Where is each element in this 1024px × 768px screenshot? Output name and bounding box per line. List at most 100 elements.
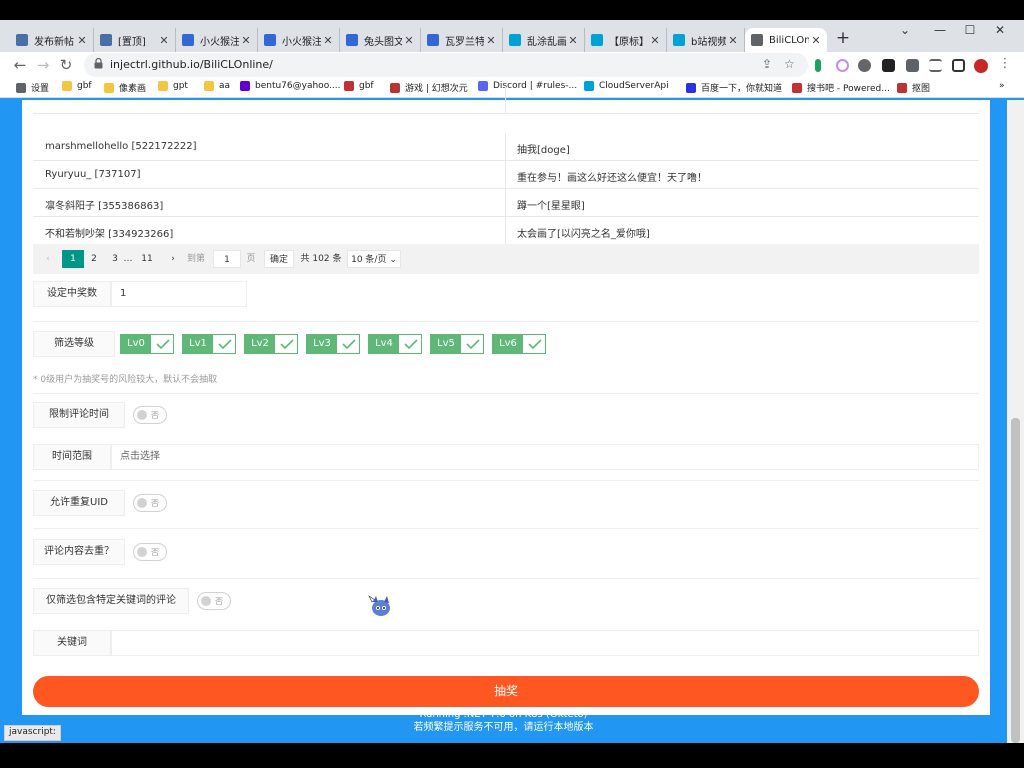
- level-checkbox[interactable]: Lv6: [492, 334, 546, 354]
- page-button[interactable]: 3: [109, 250, 121, 268]
- level-checkbox[interactable]: Lv0: [120, 334, 174, 354]
- dedup-comment-switch[interactable]: 否: [133, 543, 167, 561]
- browser-tab[interactable]: 兔头图文 ✕: [340, 28, 421, 52]
- close-tab-icon[interactable]: ✕: [809, 34, 823, 47]
- divider: [33, 393, 979, 394]
- goto-confirm-button[interactable]: 确定: [264, 250, 294, 268]
- browser-tab[interactable]: 乱涂乱画 ✕: [503, 28, 585, 52]
- close-tab-icon[interactable]: ✕: [239, 34, 253, 47]
- level-checkbox[interactable]: Lv5: [430, 334, 484, 354]
- level-filter-label: 筛选等级: [33, 331, 115, 357]
- extension-icon[interactable]: [882, 59, 895, 72]
- level-checkbox[interactable]: Lv2: [244, 334, 298, 354]
- level-note: * 0级用户为抽奖号的风险较大，默认不会抽取: [33, 375, 218, 385]
- goto-page-input[interactable]: 1: [213, 250, 241, 268]
- level-tag: Lv4: [369, 335, 399, 353]
- browser-tab[interactable]: 小火猴注 ✕: [176, 28, 258, 52]
- favicon-icon: [427, 34, 439, 46]
- check-icon: [342, 339, 356, 350]
- browser-tab[interactable]: 发布新帖 ✕: [10, 28, 94, 52]
- check-icon: [528, 339, 542, 350]
- close-tab-icon[interactable]: ✕: [75, 34, 89, 47]
- side-panel-icon[interactable]: [952, 59, 965, 72]
- allow-duplicate-uid-switch[interactable]: 否: [133, 494, 167, 512]
- menu-icon[interactable]: ⋮: [995, 56, 1015, 71]
- extension-icon[interactable]: [836, 59, 849, 72]
- share-icon[interactable]: ⇪: [762, 57, 772, 71]
- table-row: 不和若制吵架 [334923266] 太会画了[以闪亮之名_爱你哦]: [33, 217, 979, 245]
- time-range-input[interactable]: 点击选择: [111, 444, 979, 470]
- tab-title: 乱涂乱画: [527, 36, 566, 48]
- close-tab-icon[interactable]: ✕: [321, 34, 335, 47]
- tab-search-icon[interactable]: ⌄: [890, 23, 920, 37]
- limit-time-switch[interactable]: 否: [133, 406, 167, 424]
- browser-tab[interactable]: 【原标】 ✕: [585, 28, 667, 52]
- level-checkbox[interactable]: Lv4: [368, 334, 422, 354]
- page-button[interactable]: 11: [139, 250, 155, 268]
- close-tab-icon[interactable]: ✕: [484, 34, 498, 47]
- winners-input[interactable]: 1: [111, 281, 247, 307]
- user-cell: 凛冬斜阳子 [355386863]: [45, 201, 164, 212]
- browser-tab[interactable]: 小火猴注 ✕: [258, 28, 340, 52]
- local-version-link[interactable]: 本地版本: [554, 722, 594, 733]
- page-button[interactable]: 2: [87, 250, 101, 268]
- maximize-button[interactable]: ☐: [955, 23, 985, 37]
- back-icon[interactable]: ←: [10, 56, 30, 74]
- tab-title: 发布新帖: [34, 36, 74, 48]
- extension-icon[interactable]: [858, 59, 871, 72]
- check-icon: [280, 339, 294, 350]
- close-window-button[interactable]: ✕: [985, 23, 1015, 37]
- tab-title: [置顶]: [118, 36, 146, 48]
- minimize-button[interactable]: —: [925, 23, 955, 37]
- screen-border: [0, 743, 1024, 768]
- dedup-comment-label: 评论内容去重？: [33, 539, 125, 565]
- browser-tab[interactable]: 瓦罗兰特 ✕: [421, 28, 503, 52]
- reading-list-icon[interactable]: [929, 59, 942, 72]
- goto-label: 到第: [186, 254, 205, 264]
- favicon-icon: [591, 34, 603, 46]
- extensions-puzzle-icon[interactable]: [906, 59, 919, 72]
- tab-title: BiliCLOn: [769, 34, 809, 46]
- forward-icon[interactable]: →: [33, 56, 53, 74]
- bookmarks-overflow-icon[interactable]: »: [999, 81, 1005, 91]
- next-page-button[interactable]: ›: [166, 250, 180, 268]
- favicon-icon: [346, 34, 358, 46]
- profile-avatar[interactable]: [974, 59, 988, 73]
- close-tab-icon[interactable]: ✕: [648, 34, 662, 47]
- browser-tab[interactable]: b站视频 ✕: [667, 28, 745, 52]
- level-tag: Lv5: [431, 335, 461, 353]
- address-bar[interactable]: injectrl.github.io/BiliCLOnline/ ⇪ ☆: [84, 53, 808, 77]
- page-size-select[interactable]: 10 条/页 ⌄: [347, 250, 401, 268]
- comment-cell: 蹲一个[星星眼]: [517, 201, 585, 212]
- close-tab-icon[interactable]: ✕: [566, 34, 580, 47]
- check-icon: [404, 339, 418, 350]
- close-tab-icon[interactable]: ✕: [402, 34, 416, 47]
- footer-hint: 若频繁提示服务不可用，请运行: [413, 722, 554, 733]
- close-tab-icon[interactable]: ✕: [157, 34, 171, 47]
- draw-lottery-button[interactable]: 抽奖: [33, 676, 979, 707]
- level-checkbox[interactable]: Lv3: [306, 334, 360, 354]
- close-tab-icon[interactable]: ✕: [726, 34, 740, 47]
- favicon-icon: [673, 34, 685, 46]
- reload-icon[interactable]: ↻: [56, 56, 76, 74]
- keyword-only-switch[interactable]: 否: [197, 592, 231, 610]
- check-icon: [156, 339, 170, 350]
- bookmark-star-icon[interactable]: ☆: [784, 57, 795, 71]
- divider: [33, 321, 979, 322]
- page-button-current[interactable]: 1: [62, 250, 84, 268]
- level-tag: Lv6: [493, 335, 523, 353]
- user-cell: marshmellohello [522172222]: [45, 141, 197, 152]
- extension-icon[interactable]: [815, 59, 821, 72]
- page-scrollbar[interactable]: [1007, 100, 1024, 743]
- keyword-input[interactable]: [111, 630, 979, 656]
- level-checkbox[interactable]: Lv1: [182, 334, 236, 354]
- prev-page-button[interactable]: ‹: [41, 250, 55, 268]
- page-unit-label: 页: [246, 254, 256, 264]
- scrollbar-thumb[interactable]: [1011, 418, 1020, 743]
- browser-tab[interactable]: BiliCLOn ✕: [745, 28, 827, 52]
- new-tab-button[interactable]: +: [834, 29, 852, 47]
- browser-tab[interactable]: [置顶] ✕: [94, 28, 176, 52]
- divider: [33, 528, 979, 529]
- level-tag: Lv0: [121, 335, 151, 353]
- keyword-only-label: 仅筛选包含特定关键词的评论: [33, 588, 189, 614]
